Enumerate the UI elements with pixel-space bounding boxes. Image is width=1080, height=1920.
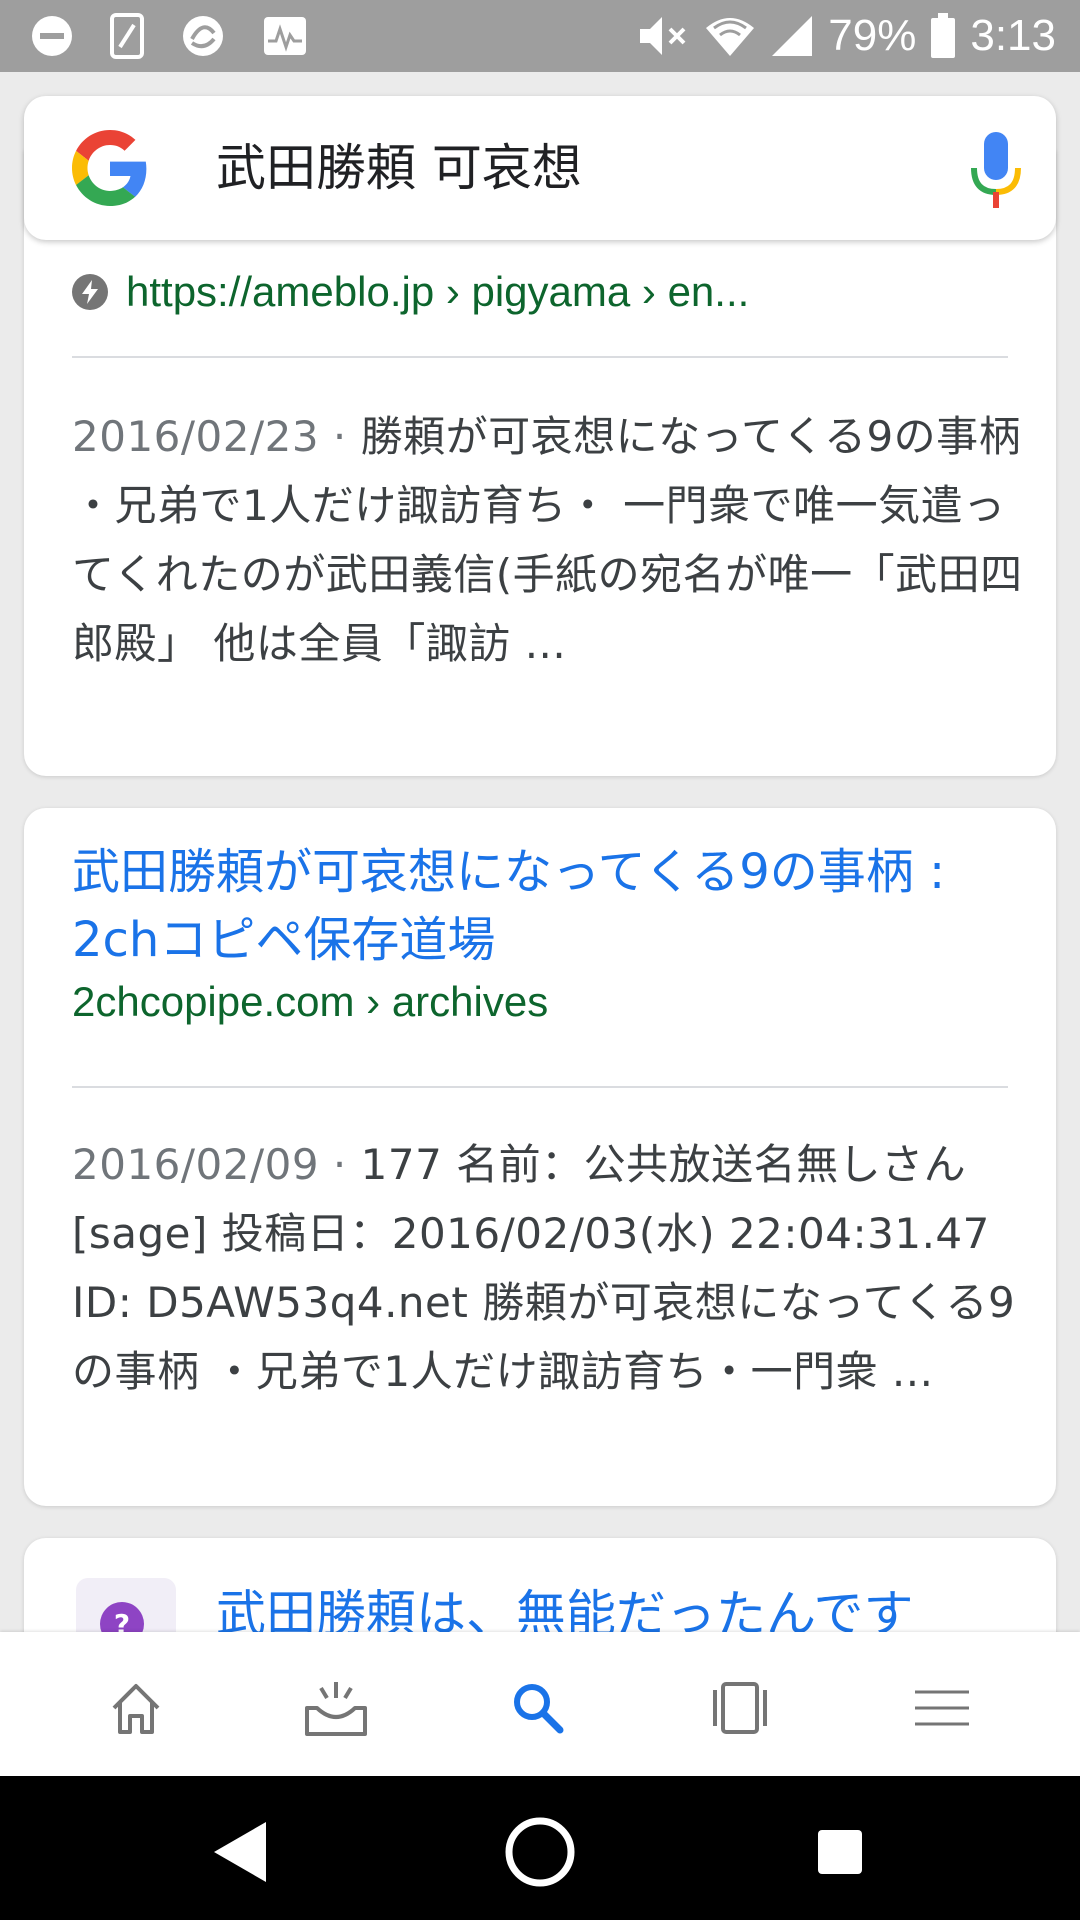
sync-icon: [183, 16, 223, 56]
result-1-url[interactable]: https://ameblo.jp › pigyama › en...: [126, 268, 749, 316]
updates-icon: [305, 1682, 367, 1736]
separator: ·: [319, 1140, 361, 1189]
menu-icon: [915, 1690, 969, 1726]
nav-updates[interactable]: [296, 1668, 376, 1748]
result-2-snippet: 2016/02/09 · 177 名前：公共放送名無しさん[sage] 投稿日：…: [72, 1130, 1032, 1406]
nav-tabs[interactable]: [700, 1668, 780, 1748]
back-button[interactable]: [200, 1812, 280, 1892]
divider: [72, 356, 1008, 358]
result-2-date: 2016/02/09: [72, 1140, 320, 1189]
search-icon: [514, 1684, 564, 1734]
notification-icons: [30, 13, 308, 59]
app-bottom-nav: [0, 1632, 1080, 1776]
recents-button[interactable]: [800, 1812, 880, 1892]
divider: [72, 1086, 1008, 1088]
result-2-url-row[interactable]: 2chcopipe.com › archives: [72, 978, 548, 1026]
tabs-icon: [713, 1682, 767, 1734]
signal-icon: [772, 16, 813, 56]
mic-icon[interactable]: [968, 132, 1024, 208]
separator: ·: [319, 412, 361, 461]
status-bar: 79% 3:13: [0, 0, 1080, 72]
minus-circle-icon: [32, 16, 72, 56]
result-1-url-row[interactable]: https://ameblo.jp › pigyama › en...: [72, 268, 749, 316]
home-icon: [112, 1684, 160, 1734]
screen-icon: [110, 13, 144, 59]
nav-home[interactable]: [96, 1668, 176, 1748]
nav-search[interactable]: [498, 1668, 578, 1748]
google-g-logo: [72, 130, 147, 206]
system-status: 79% 3:13: [636, 0, 1056, 72]
result-2-title[interactable]: 武田勝頼が可哀想になってくる9の事柄 : 2chコピペ保存道場: [72, 838, 1032, 974]
search-query[interactable]: 武田勝頼 可哀想: [216, 136, 582, 200]
wifi-icon: [706, 18, 755, 56]
amp-lightning-icon: [72, 274, 108, 310]
result-2-url[interactable]: 2chcopipe.com › archives: [72, 978, 548, 1026]
activity-icon: [264, 17, 306, 55]
result-card-2[interactable]: 武田勝頼が可哀想になってくる9の事柄 : 2chコピペ保存道場 2chcopip…: [24, 808, 1056, 1506]
system-nav-bar: [0, 1776, 1080, 1920]
result-1-snippet: 2016/02/23 · 勝頼が可哀想になってくる9の事柄 ・兄弟で1人だけ諏訪…: [72, 402, 1032, 678]
home-button[interactable]: [500, 1812, 580, 1892]
result-1-date: 2016/02/23: [72, 412, 320, 461]
clock: 3:13: [970, 11, 1056, 60]
mute-icon: [640, 17, 686, 55]
result-card-1[interactable]: https://ameblo.jp › pigyama › en... 2016…: [24, 150, 1056, 776]
battery-percent: 79%: [828, 11, 917, 60]
search-box[interactable]: 武田勝頼 可哀想: [24, 96, 1056, 240]
battery-icon: [931, 13, 956, 58]
nav-menu[interactable]: [902, 1668, 982, 1748]
